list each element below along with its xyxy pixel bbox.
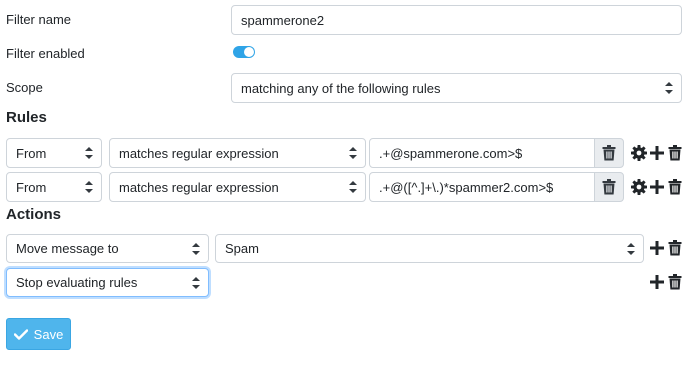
- rule-2-value: .+@([^.]+\.)*spammer2.com>$: [379, 179, 554, 195]
- select-caret-icon: [192, 276, 200, 289]
- rule-1-value-input[interactable]: .+@spammerone.com>$: [369, 138, 595, 168]
- scope-label: Scope: [6, 80, 43, 95]
- filter-name-value: spammerone2: [241, 12, 325, 28]
- plus-icon[interactable]: [650, 240, 664, 256]
- action-1-target-value: Spam: [225, 241, 259, 256]
- action-1-target-select[interactable]: Spam: [215, 234, 644, 263]
- filter-enabled-toggle[interactable]: [233, 46, 255, 58]
- trash-icon[interactable]: [668, 240, 682, 256]
- rules-heading: Rules: [6, 109, 47, 126]
- actions-heading: Actions: [6, 206, 62, 223]
- toggle-knob: [244, 47, 254, 57]
- rule-2-operator-value: matches regular expression: [119, 179, 279, 195]
- trash-icon: [602, 179, 616, 195]
- trash-icon: [602, 145, 616, 161]
- plus-icon[interactable]: [650, 274, 664, 290]
- trash-icon[interactable]: [668, 145, 682, 161]
- rule-1-delete-button[interactable]: [594, 138, 624, 168]
- rule-2-header-value: From: [16, 179, 47, 195]
- action-1-type-value: Move message to: [16, 241, 119, 256]
- rule-2-operator-select[interactable]: matches regular expression: [109, 172, 366, 202]
- plus-icon[interactable]: [650, 145, 664, 161]
- gear-icon[interactable]: [631, 179, 647, 195]
- filter-enabled-label: Filter enabled: [6, 46, 85, 61]
- rule-2-value-input[interactable]: .+@([^.]+\.)*spammer2.com>$: [369, 172, 595, 202]
- rule-2-delete-button[interactable]: [594, 172, 624, 202]
- scope-select[interactable]: matching any of the following rules: [231, 73, 682, 103]
- filter-name-label: Filter name: [6, 12, 72, 27]
- save-button-label: Save: [33, 326, 64, 342]
- select-caret-icon: [192, 242, 200, 255]
- check-icon: [13, 328, 28, 340]
- select-caret-icon: [665, 82, 673, 94]
- action-2-type-value: Stop evaluating rules: [16, 275, 138, 290]
- select-caret-icon: [627, 242, 635, 255]
- select-caret-icon: [349, 147, 357, 159]
- plus-icon[interactable]: [650, 179, 664, 195]
- select-caret-icon: [85, 147, 93, 159]
- filter-name-input[interactable]: spammerone2: [231, 5, 682, 35]
- select-caret-icon: [85, 181, 93, 193]
- rule-1-operator-value: matches regular expression: [119, 145, 279, 161]
- rule-1-header-value: From: [16, 145, 47, 161]
- save-button[interactable]: Save: [6, 318, 71, 350]
- select-caret-icon: [349, 181, 357, 193]
- gear-icon[interactable]: [631, 145, 647, 161]
- rule-2-header-select[interactable]: From: [6, 172, 102, 202]
- scope-value: matching any of the following rules: [241, 80, 441, 96]
- rule-1-header-select[interactable]: From: [6, 138, 102, 168]
- rule-1-value: .+@spammerone.com>$: [379, 145, 523, 161]
- rule-1-operator-select[interactable]: matches regular expression: [109, 138, 366, 168]
- action-2-type-select[interactable]: Stop evaluating rules: [6, 268, 209, 297]
- action-1-type-select[interactable]: Move message to: [6, 234, 209, 263]
- trash-icon[interactable]: [668, 274, 682, 290]
- trash-icon[interactable]: [668, 179, 682, 195]
